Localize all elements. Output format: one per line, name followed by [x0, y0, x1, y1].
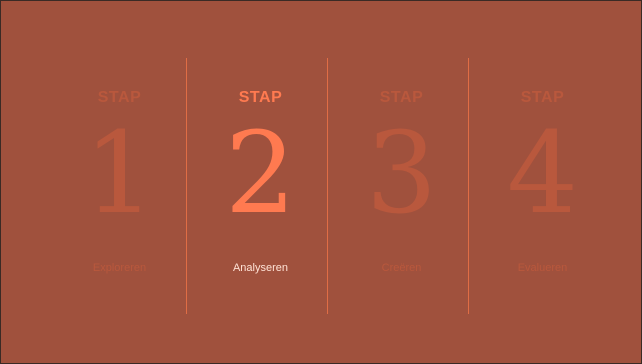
step-1-number: 1 [83, 109, 156, 239]
step-2-label: Analyseren [232, 262, 289, 274]
step-1-label: Exploreren [92, 262, 147, 274]
step-3[interactable]: STAP 3 Creëren [331, 58, 472, 314]
step-1-heading: STAP [97, 89, 142, 106]
step-3-heading: STAP [379, 89, 424, 106]
step-4-number: 4 [506, 109, 579, 239]
step-4[interactable]: STAP 4 Evalueren [472, 58, 613, 314]
step-4-label: Evalueren [517, 262, 568, 274]
step-2-number: 2 [224, 109, 297, 239]
step-divider [468, 58, 469, 314]
step-divider [186, 58, 187, 314]
step-3-number: 3 [365, 109, 438, 239]
step-2[interactable]: STAP 2 Analyseren [190, 58, 331, 314]
step-2-heading: STAP [238, 89, 283, 106]
slide-frame: STAP 1 Exploreren STAP 2 Analyseren STAP… [0, 0, 642, 364]
step-4-heading: STAP [520, 89, 565, 106]
steps-row: STAP 1 Exploreren STAP 2 Analyseren STAP… [49, 58, 613, 314]
step-divider [327, 58, 328, 314]
step-3-label: Creëren [381, 262, 422, 274]
step-1[interactable]: STAP 1 Exploreren [49, 58, 190, 314]
